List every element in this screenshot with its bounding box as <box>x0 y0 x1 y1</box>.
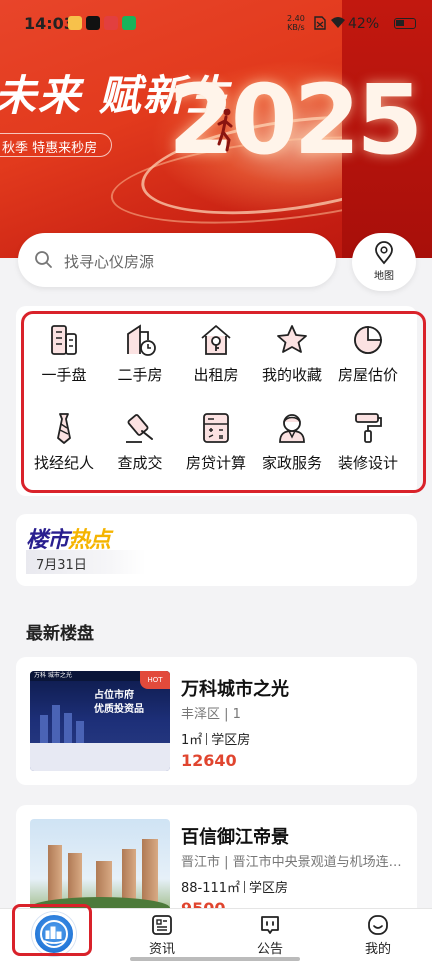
search-bar[interactable]: 找寻心仪房源 <box>18 233 336 287</box>
battery-level: 42% <box>348 16 380 32</box>
notice-icon <box>261 916 279 934</box>
banner-tagline: 秋季 特惠来秒房 <box>0 133 113 157</box>
thumb-building <box>40 715 48 743</box>
listing-name: 万科城市之光 <box>181 679 289 700</box>
nav-mine[interactable]: 我的 <box>338 909 418 957</box>
listing-price: 12640 <box>181 751 237 770</box>
nav-notice-label: 公告 <box>256 942 283 957</box>
map-button[interactable]: 地图 <box>352 233 416 291</box>
weibo-icon <box>68 16 82 30</box>
wechat-icon <box>122 16 136 30</box>
hot-news-card[interactable]: 楼市热点 7月31日 <box>16 514 417 586</box>
battery-icon <box>394 18 416 29</box>
map-label: 地图 <box>374 271 394 282</box>
wifi-icon <box>331 17 345 28</box>
listing-name: 百信御江帝景 <box>181 827 289 848</box>
thumb-building <box>76 721 84 743</box>
listing-tags: 88-111㎡ 学区房 <box>181 881 289 896</box>
banner-year: 2025 <box>168 64 423 176</box>
section-title: 最新楼盘 <box>26 624 94 644</box>
search-placeholder: 找寻心仪房源 <box>64 253 155 271</box>
runner-icon <box>217 108 233 152</box>
network-speed: 2.40 KB/s <box>287 14 305 32</box>
search-icon <box>35 251 52 268</box>
tiktok-icon <box>86 16 100 30</box>
nav-news[interactable]: 资讯 <box>122 909 202 957</box>
map-pin-icon <box>375 241 393 265</box>
nav-mine-label: 我的 <box>364 942 391 957</box>
nav-notice[interactable]: 公告 <box>230 909 310 957</box>
thumb-building <box>52 705 60 743</box>
app-notification-icon <box>104 16 118 30</box>
listing-location: 丰泽区 | 1 <box>181 707 241 722</box>
highlight-frame <box>12 904 92 956</box>
thumb-strip <box>30 743 170 771</box>
smile-icon <box>368 915 388 935</box>
highlight-frame <box>21 311 426 493</box>
no-sim-icon <box>314 16 326 30</box>
thumb-building <box>64 713 72 743</box>
status-bar: 14:03 2.40 KB/s 42% <box>0 0 432 48</box>
listing-card[interactable]: 万科 城市之光 HOT 占位市府 优质投资品 万科城市之光 丰泽区 | 1 1㎡… <box>16 657 417 785</box>
hot-news-date: 7月31日 <box>26 550 146 574</box>
listing-thumbnail: 万科 城市之光 HOT 占位市府 优质投资品 <box>30 671 170 771</box>
listing-tags: 1㎡ 学区房 <box>181 733 251 748</box>
nav-news-label: 资讯 <box>148 942 175 957</box>
gesture-bar <box>130 957 300 961</box>
listing-location: 晋江市 | 晋江市中央景观道与机场连… <box>181 855 402 870</box>
news-icon <box>152 915 172 935</box>
hot-badge: HOT <box>140 671 170 689</box>
thumb-slogan: 占位市府 优质投资品 <box>94 690 144 715</box>
